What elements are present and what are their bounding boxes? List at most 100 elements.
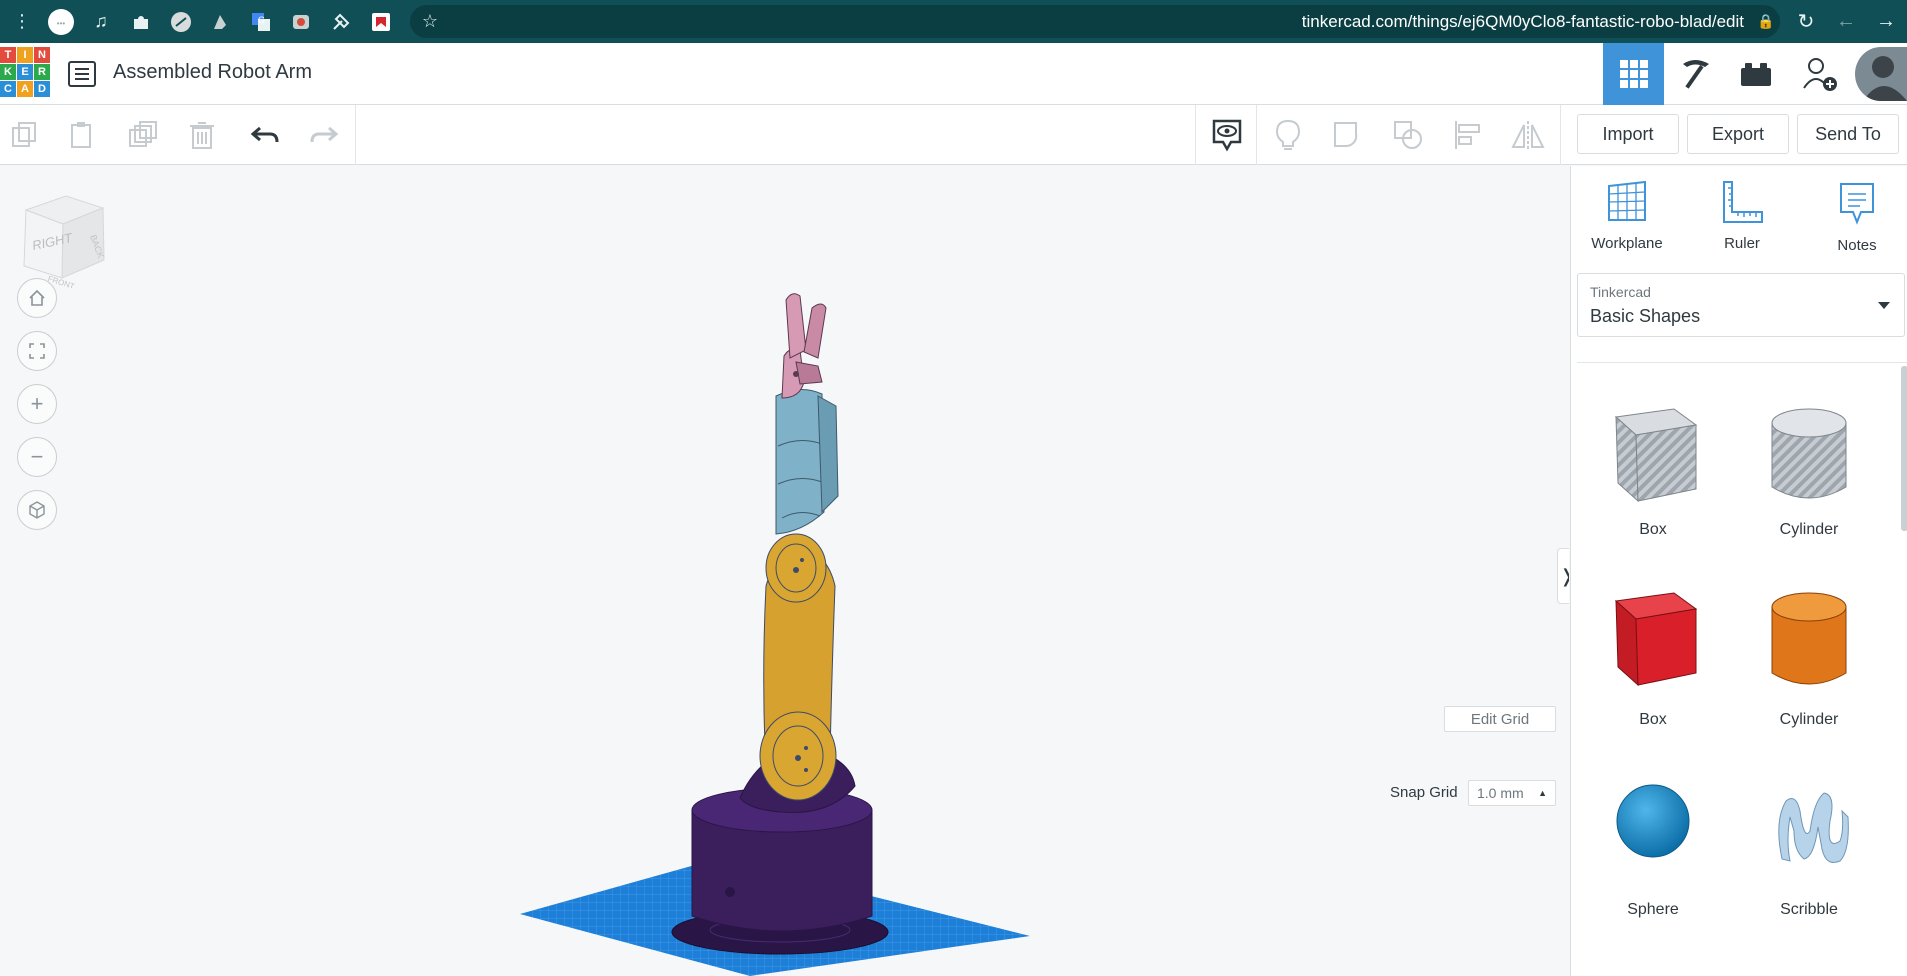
- app-header: T I N K E R C A D Assembled Robot Arm: [0, 43, 1907, 105]
- delete-icon[interactable]: [182, 115, 222, 155]
- minecraft-view-button[interactable]: [1664, 43, 1725, 105]
- toolbar-divider: [355, 105, 356, 165]
- ext-icon-2[interactable]: [204, 0, 238, 43]
- snap-grid-select[interactable]: 1.0 mm ▲: [1468, 780, 1556, 806]
- tinkercad-logo[interactable]: T I N K E R C A D: [0, 47, 50, 101]
- ruler-label: Ruler: [1724, 235, 1760, 252]
- workplane-tool[interactable]: Workplane: [1577, 180, 1677, 252]
- edit-toolbar: Import Export Send To: [0, 105, 1907, 165]
- logo-letter: R: [34, 64, 50, 80]
- shape-label: Box: [1639, 711, 1667, 728]
- shape-label: Cylinder: [1779, 711, 1839, 728]
- group-icon[interactable]: [1328, 115, 1368, 155]
- box-hole-icon: [1614, 408, 1698, 503]
- shape-scribble[interactable]: Scribble: [1744, 771, 1874, 921]
- grid-icon: [1619, 60, 1648, 88]
- collapse-panel-button[interactable]: ❭: [1557, 548, 1569, 604]
- notes-label: Notes: [1837, 237, 1877, 254]
- redo-icon[interactable]: [304, 115, 344, 155]
- designs-list-icon[interactable]: [68, 61, 96, 87]
- perspective-icon[interactable]: [17, 490, 57, 530]
- robot-arm-model[interactable]: [500, 286, 1040, 976]
- ruler-icon: [1723, 181, 1763, 223]
- ext-icon-3[interactable]: [284, 0, 318, 43]
- undo-icon[interactable]: [245, 115, 285, 155]
- ext-icon-1[interactable]: [164, 0, 198, 43]
- notes-icon: [1840, 183, 1874, 225]
- logo-letter: K: [0, 64, 16, 80]
- browser-toolbar: ⋮ ••• ♫ G ☆ tinkercad.com/things/ej6QM0y…: [0, 0, 1907, 43]
- toolbar-divider: [1256, 105, 1257, 165]
- shape-sphere[interactable]: Sphere: [1588, 771, 1718, 921]
- logo-letter: D: [34, 81, 50, 97]
- shape-cylinder[interactable]: Cylinder: [1744, 581, 1874, 731]
- ungroup-icon[interactable]: [1388, 115, 1428, 155]
- shape-label: Scribble: [1780, 901, 1838, 918]
- star-icon[interactable]: ☆: [410, 11, 450, 32]
- zoom-out-icon[interactable]: −: [17, 437, 57, 477]
- shape-box-hole[interactable]: Box: [1588, 391, 1718, 541]
- home-view-icon[interactable]: [17, 278, 57, 318]
- panel-scrollbar[interactable]: [1901, 366, 1907, 531]
- scribble-icon: [1778, 792, 1849, 863]
- lightbulb-icon[interactable]: [1268, 115, 1308, 155]
- svg-text:G: G: [258, 15, 265, 25]
- logo-letter: N: [34, 47, 50, 63]
- media-icon[interactable]: ♫: [84, 0, 118, 43]
- reload-icon[interactable]: ↻: [1789, 0, 1823, 43]
- sphere-icon: [1616, 784, 1690, 858]
- profile-icon[interactable]: •••: [44, 0, 78, 43]
- library-name: Basic Shapes: [1590, 306, 1701, 326]
- fit-view-icon[interactable]: [17, 331, 57, 371]
- forward-icon[interactable]: →: [1869, 0, 1903, 43]
- ruler-tool[interactable]: Ruler: [1692, 180, 1792, 252]
- 3d-design-view-button[interactable]: [1603, 43, 1664, 105]
- show-notes-icon[interactable]: [1207, 115, 1247, 155]
- copy-icon[interactable]: [4, 115, 44, 155]
- avatar[interactable]: [1855, 47, 1907, 101]
- import-button[interactable]: Import: [1577, 114, 1679, 154]
- export-button[interactable]: Export: [1687, 114, 1789, 154]
- chevron-down-icon: [1878, 302, 1890, 309]
- logo-letter: I: [17, 47, 33, 63]
- shape-box[interactable]: Box: [1588, 581, 1718, 731]
- notes-tool[interactable]: Notes: [1807, 180, 1907, 254]
- ext-icon-4[interactable]: [324, 0, 358, 43]
- brick-icon: [1740, 63, 1771, 86]
- url-text[interactable]: tinkercad.com/things/ej6QM0yClo8-fantast…: [450, 12, 1752, 32]
- duplicate-icon[interactable]: [122, 115, 162, 155]
- shape-label: Cylinder: [1779, 521, 1839, 538]
- invite-user-button[interactable]: [1789, 43, 1850, 105]
- align-icon[interactable]: [1448, 115, 1488, 155]
- extensions-icon[interactable]: [124, 0, 158, 43]
- workplane-icon: [1608, 180, 1646, 221]
- bricks-view-button[interactable]: [1725, 43, 1786, 105]
- shape-label: Box: [1639, 521, 1667, 538]
- logo-letter: C: [0, 81, 16, 97]
- address-bar[interactable]: ☆ tinkercad.com/things/ej6QM0yClo8-fanta…: [410, 5, 1780, 38]
- view-cube[interactable]: RIGHT BACK FRONT: [18, 188, 123, 288]
- ext-icon-5[interactable]: [364, 0, 398, 43]
- svg-text:•••: •••: [57, 19, 66, 28]
- back-icon[interactable]: ←: [1829, 0, 1863, 43]
- send-to-button[interactable]: Send To: [1797, 114, 1899, 154]
- translate-icon[interactable]: G: [244, 0, 278, 43]
- divider: [1577, 362, 1907, 363]
- zoom-in-icon[interactable]: +: [17, 384, 57, 424]
- shape-cylinder-hole[interactable]: Cylinder: [1744, 391, 1874, 541]
- design-title[interactable]: Assembled Robot Arm: [113, 61, 312, 84]
- lock-icon[interactable]: 🔒: [1752, 13, 1780, 30]
- logo-letter: E: [17, 64, 33, 80]
- cylinder-icon: [1771, 592, 1847, 685]
- snap-grid-label: Snap Grid: [1390, 784, 1458, 801]
- menu-dots-icon[interactable]: ⋮: [5, 0, 39, 43]
- paste-icon[interactable]: [62, 115, 102, 155]
- library-provider: Tinkercad: [1590, 284, 1651, 300]
- logo-letter: A: [17, 81, 33, 97]
- 3d-viewport[interactable]: RIGHT BACK FRONT + − Edit Grid Snap Grid…: [0, 166, 1569, 976]
- shape-library-select[interactable]: Tinkercad Basic Shapes: [1577, 273, 1905, 337]
- edit-grid-button[interactable]: Edit Grid: [1444, 706, 1556, 732]
- caret-up-icon: ▲: [1538, 788, 1547, 798]
- mirror-icon[interactable]: [1508, 115, 1548, 155]
- shapes-panel: Workplane Ruler Notes Tinkercad Basic Sh…: [1570, 166, 1907, 976]
